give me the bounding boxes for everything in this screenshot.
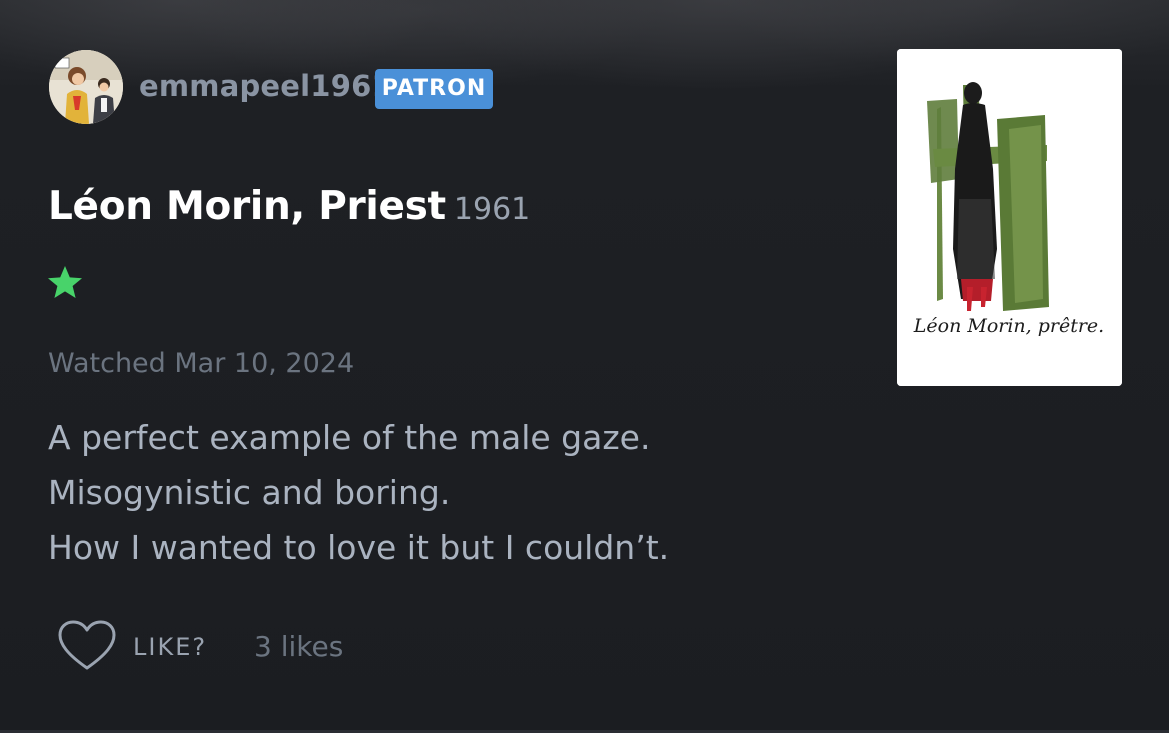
star-icon (48, 266, 82, 298)
review-line: Misogynistic and boring. (48, 473, 451, 512)
rating (46, 264, 84, 302)
film-title-link[interactable]: Léon Morin, Priest (48, 184, 446, 229)
film-heading: Léon Morin, Priest 1961 (48, 184, 530, 229)
review-line: How I wanted to love it but I couldn’t. (48, 528, 670, 567)
avatar-image (49, 50, 123, 124)
poster-artwork: Léon Morin, prêtre. (897, 49, 1122, 386)
review-body: A perfect example of the male gaze. Miso… (48, 410, 848, 575)
review-card: emmapeel1961 PATRON Léon Morin, Priest 19… (0, 0, 1169, 733)
like-button[interactable]: LIKE? (133, 633, 207, 661)
poster-caption: Léon Morin, prêtre. (913, 315, 1104, 337)
username-link[interactable]: emmapeel1961 (139, 69, 392, 103)
avatar[interactable] (49, 50, 123, 124)
heart-icon[interactable] (57, 620, 117, 672)
watched-date[interactable]: Watched Mar 10, 2024 (48, 348, 354, 379)
film-poster[interactable]: Léon Morin, prêtre. (897, 49, 1122, 386)
film-year-link[interactable]: 1961 (454, 192, 530, 227)
review-line: A perfect example of the male gaze. (48, 418, 651, 457)
like-count-link[interactable]: 3 likes (254, 630, 343, 663)
patron-badge: PATRON (375, 69, 493, 109)
